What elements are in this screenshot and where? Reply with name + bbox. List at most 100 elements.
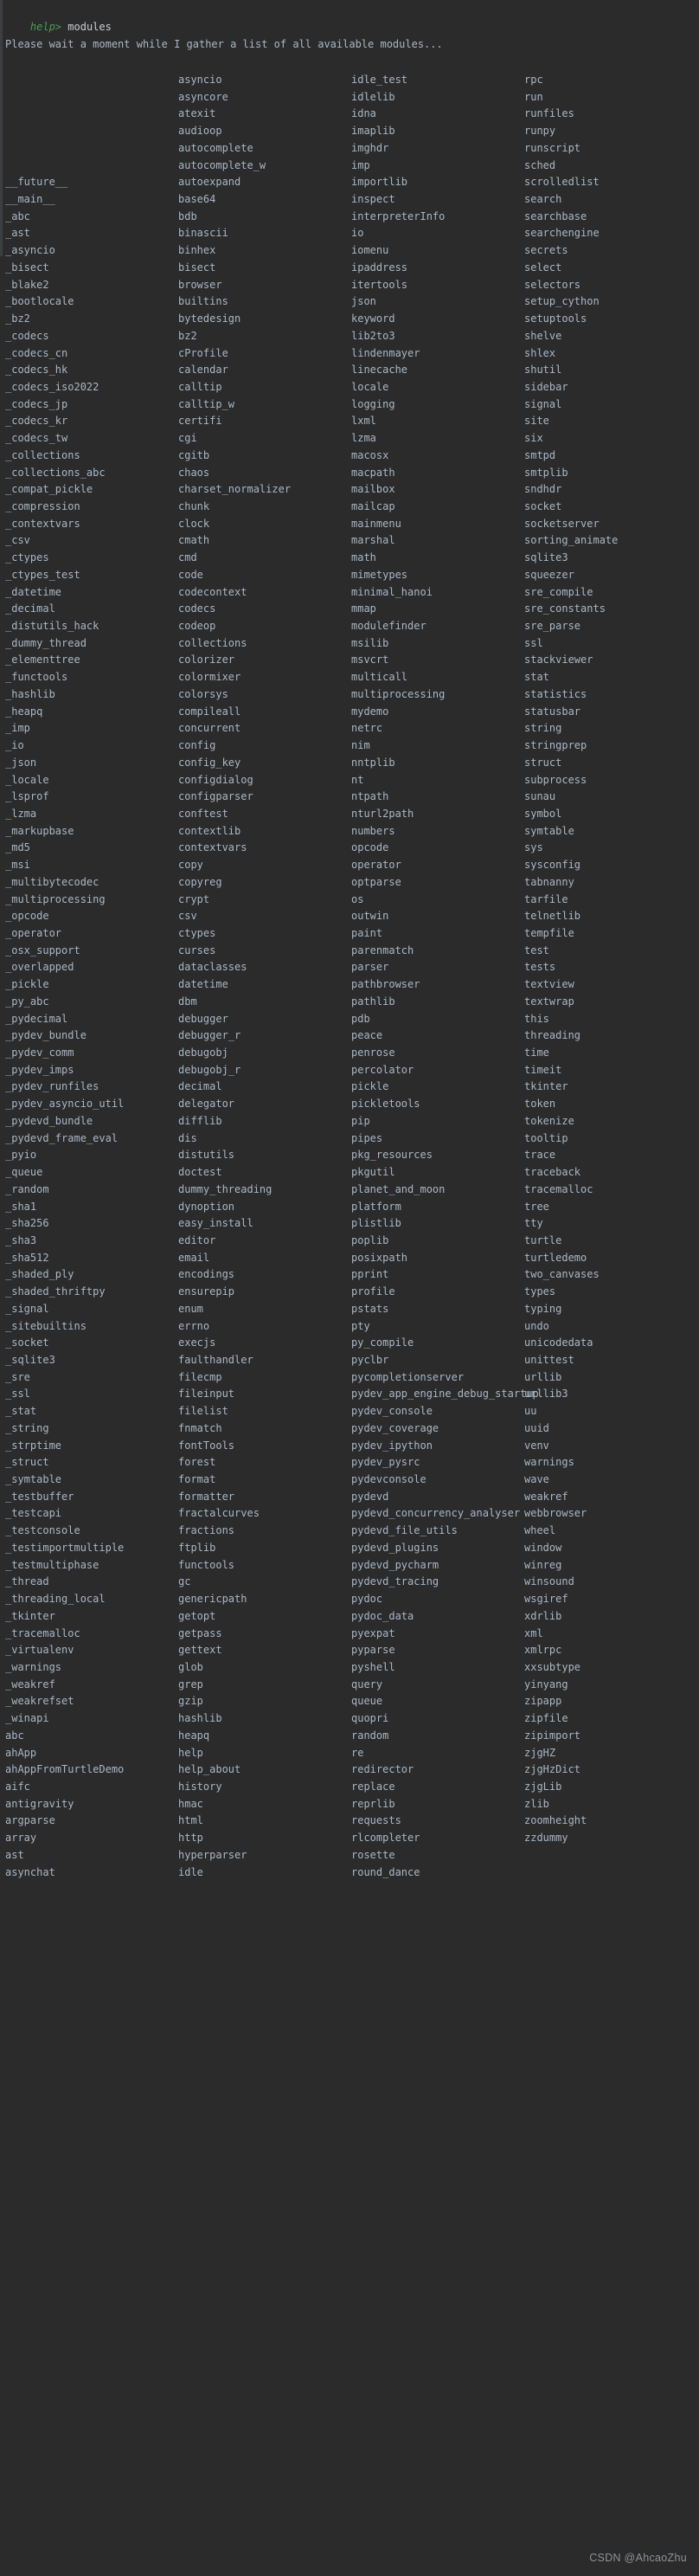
module-row: _pydev_comm debugobj penrose time	[0, 1045, 699, 1062]
module-name: codecontext	[178, 585, 247, 598]
module-row: __future__ autoexpand importlib scrolledlis…	[0, 174, 699, 191]
module-row: _opcode csv outwin telnetlib	[0, 908, 699, 925]
module-name: copy	[178, 859, 203, 872]
module-row: _asyncio binhex iomenu secrets	[0, 242, 699, 260]
module-name: _contextvars	[5, 517, 80, 530]
module-name: shelve	[524, 329, 562, 342]
module-name: _codecs_iso2022	[5, 380, 99, 393]
module-name: struct	[524, 756, 562, 769]
module-name: _multiprocessing	[5, 892, 106, 905]
module-name: debugobj	[178, 1046, 228, 1059]
module-name: _sre	[5, 1370, 30, 1383]
module-name: _weakref	[5, 1678, 55, 1690]
module-name: shlex	[524, 346, 556, 359]
module-name: dynoption	[178, 1200, 235, 1213]
module-name: code	[178, 568, 203, 581]
module-name: configdialog	[178, 773, 253, 786]
module-name: asyncio	[178, 74, 222, 86]
module-name: abc	[5, 1729, 24, 1742]
module-name: yinyang	[524, 1678, 568, 1690]
module-row: _contextvars clock mainmenu socketserver	[0, 516, 699, 533]
module-name: pty	[351, 1319, 370, 1332]
module-name: pydevd_pycharm	[351, 1558, 439, 1571]
module-name: requests	[351, 1814, 401, 1827]
module-name: wheel	[524, 1524, 556, 1537]
module-name: pydevd_plugins	[351, 1541, 439, 1554]
module-name: uu	[524, 1405, 537, 1418]
gathering-message: Please wait a moment while I gather a li…	[5, 38, 443, 50]
module-name: _tracemalloc	[5, 1626, 80, 1639]
module-name: gc	[178, 1575, 191, 1588]
module-name: pydoc	[351, 1593, 383, 1606]
module-name: html	[178, 1814, 203, 1827]
module-name: peace	[351, 1029, 383, 1042]
module-name: pipes	[351, 1131, 383, 1144]
module-name: _blake2	[5, 278, 49, 291]
module-name: _json	[5, 756, 37, 769]
module-name: _stat	[5, 1405, 37, 1418]
module-name: macpath	[351, 466, 395, 479]
module-name: collections	[178, 636, 247, 649]
module-name: _winapi	[5, 1712, 49, 1725]
module-name: replace	[351, 1781, 395, 1793]
module-name: _compat_pickle	[5, 483, 93, 496]
module-name: nt	[351, 773, 364, 786]
module-row: _sitebuiltins errno pty undo	[0, 1318, 699, 1336]
module-name: inspect	[351, 193, 395, 206]
module-name: urllib	[524, 1370, 562, 1383]
module-name: csv	[178, 910, 197, 923]
module-row: _compat_pickle charset_normalizer mailbox s…	[0, 481, 699, 499]
module-name: contextlib	[178, 824, 241, 837]
module-name: socketserver	[524, 517, 600, 530]
module-name: curses	[178, 943, 216, 956]
module-name: modulefinder	[351, 620, 426, 633]
module-name: colorizer	[178, 654, 235, 667]
module-name: encodings	[178, 1268, 235, 1281]
module-name: pkgutil	[351, 1166, 395, 1179]
module-row: _tkinter getopt pydoc_data xdrlib	[0, 1608, 699, 1626]
module-name: _signal	[5, 1302, 49, 1315]
module-row: _thread gc pydevd_tracing winsound	[0, 1574, 699, 1591]
module-row: _struct forest pydev_pysrc warnings	[0, 1454, 699, 1472]
module-name: types	[524, 1285, 556, 1298]
module-name: mailbox	[351, 483, 395, 496]
module-name: msvcrt	[351, 654, 389, 667]
module-row: _random dummy_threading planet_and_moon tra…	[0, 1182, 699, 1199]
module-name: rosette	[351, 1848, 395, 1861]
module-name: _bisect	[5, 261, 49, 274]
module-row: _md5 contextvars opcode sys	[0, 840, 699, 857]
module-row: _osx_support curses parenmatch test	[0, 943, 699, 960]
module-name: filelist	[178, 1405, 228, 1418]
module-name: redirector	[351, 1763, 414, 1776]
module-name: aifc	[5, 1781, 30, 1793]
module-name: decimal	[178, 1080, 222, 1093]
module-row: _abc bdb interpreterInfo searchbase	[0, 209, 699, 226]
module-name: heapq	[178, 1729, 210, 1742]
module-name: builtins	[178, 295, 228, 308]
module-name: subprocess	[524, 773, 587, 786]
module-name: py_compile	[351, 1336, 414, 1349]
module-row: autocomplete imghdr runscript	[0, 140, 699, 158]
module-name: run	[524, 90, 543, 103]
module-name: parser	[351, 961, 389, 974]
module-name: numbers	[351, 824, 395, 837]
module-row: _pydev_runfiles decimal pickle tkinter	[0, 1079, 699, 1096]
module-name: weakref	[524, 1490, 568, 1503]
module-row: _heapq compileall mydemo statusbar	[0, 704, 699, 721]
module-name: charset_normalizer	[178, 483, 292, 496]
module-row: _codecs_jp calltip_w logging signal	[0, 396, 699, 414]
module-name: browser	[178, 278, 222, 291]
module-row: _lsprof configparser ntpath sunau	[0, 789, 699, 806]
module-name: delegator	[178, 1098, 235, 1111]
module-name: ipaddress	[351, 261, 408, 274]
module-name: bdb	[178, 209, 197, 222]
module-row: _sre filecmp pycompletionserver urllib	[0, 1369, 699, 1387]
module-name: config	[178, 739, 216, 752]
module-name: string	[524, 722, 562, 735]
module-name: _abc	[5, 209, 30, 222]
module-name: token	[524, 1098, 556, 1111]
module-name: ast	[5, 1848, 24, 1861]
module-row: _shaded_thriftpy ensurepip profile types	[0, 1284, 699, 1301]
module-row: _sqlite3 faulthandler pyclbr unittest	[0, 1352, 699, 1369]
module-name: colorsys	[178, 687, 228, 700]
